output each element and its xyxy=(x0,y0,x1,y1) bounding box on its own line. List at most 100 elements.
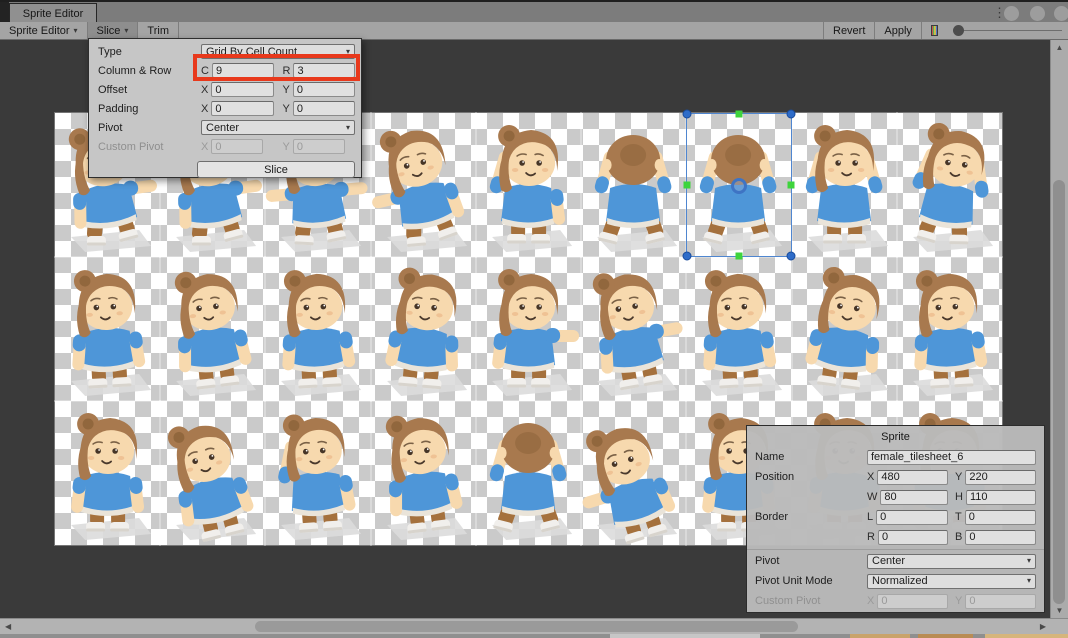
sprite-custom-pivot-y-field: 0 xyxy=(965,593,1036,609)
selection-corner-handle[interactable] xyxy=(786,109,796,119)
color-channels-button[interactable] xyxy=(920,22,947,39)
border-b-field[interactable]: 0 xyxy=(965,529,1036,545)
selection-edge-handle[interactable] xyxy=(735,110,743,118)
sprite-pivot-dropdown[interactable]: Center ▾ xyxy=(867,553,1036,569)
width-field[interactable]: 80 xyxy=(880,489,948,505)
sprite-panel-title: Sprite xyxy=(881,431,910,443)
pivot-dropdown[interactable]: Center ▾ xyxy=(201,120,355,135)
horizontal-scrollbar-thumb[interactable] xyxy=(255,621,798,632)
sprite-cell[interactable] xyxy=(369,112,477,258)
column-prefix: C xyxy=(201,64,209,77)
border-label: Border xyxy=(755,511,789,523)
selection-edge-handle[interactable] xyxy=(735,252,743,260)
offset-y-field[interactable]: 0 xyxy=(292,82,355,97)
window-control-button[interactable] xyxy=(1054,6,1068,21)
apply-button[interactable]: Apply xyxy=(874,22,921,39)
revert-button[interactable]: Revert xyxy=(823,22,874,39)
sprite-cell[interactable] xyxy=(790,112,898,258)
sprite-cell[interactable] xyxy=(895,112,1003,258)
sprite-cell[interactable] xyxy=(580,256,688,402)
border-r-field[interactable]: 0 xyxy=(877,529,948,545)
slice-apply-button[interactable]: Slice xyxy=(197,161,355,178)
window-control-button[interactable] xyxy=(1004,6,1019,21)
pivot-unit-mode-label: Pivot Unit Mode xyxy=(755,575,833,587)
position-x-field[interactable]: 480 xyxy=(877,469,948,485)
selection-corner-handle[interactable] xyxy=(682,251,692,261)
scroll-left-icon[interactable]: ◀ xyxy=(5,622,11,631)
padding-x-field[interactable]: 0 xyxy=(211,101,274,116)
sprite-custom-pivot-x-field: 0 xyxy=(877,593,948,609)
divider xyxy=(747,549,1044,550)
position-y-field[interactable]: 220 xyxy=(965,469,1036,485)
chevron-down-icon: ▾ xyxy=(1026,576,1031,585)
sprite-cell[interactable] xyxy=(474,256,583,402)
height-field[interactable]: 110 xyxy=(965,489,1036,505)
vertical-scrollbar-thumb[interactable] xyxy=(1053,180,1065,604)
sprite-cell[interactable] xyxy=(53,256,162,402)
sprite-cell[interactable] xyxy=(159,400,267,546)
selection-edge-handle[interactable] xyxy=(683,181,691,189)
y-prefix: Y xyxy=(282,140,290,153)
sprite-cell[interactable] xyxy=(580,112,688,258)
sprite-cell[interactable] xyxy=(264,400,372,546)
selection-edge-handle[interactable] xyxy=(787,181,795,189)
chevron-down-icon: ▾ xyxy=(345,122,350,132)
sprite-cell[interactable] xyxy=(369,256,477,402)
border-l-field[interactable]: 0 xyxy=(876,509,948,525)
row-count-field[interactable]: 3 xyxy=(293,63,355,78)
sprite-cell[interactable] xyxy=(580,400,688,546)
sprite-cell[interactable] xyxy=(369,400,477,546)
offset-label: Offset xyxy=(98,83,128,96)
border-t-field[interactable]: 0 xyxy=(964,509,1036,525)
character-sprite xyxy=(385,415,467,540)
chevron-down-icon: ▾ xyxy=(1026,556,1031,565)
trim-button[interactable]: Trim xyxy=(138,22,179,39)
background-window-sliver xyxy=(918,634,973,638)
sprite-cell[interactable] xyxy=(685,256,793,402)
sprite-cell[interactable] xyxy=(474,400,583,546)
r-prefix: R xyxy=(867,531,875,543)
character-sprite xyxy=(385,267,467,396)
zoom-slider-handle[interactable] xyxy=(952,25,964,36)
horizontal-scrollbar[interactable]: ◀ ▶ xyxy=(0,618,1068,634)
pivot-indicator[interactable] xyxy=(730,178,747,195)
character-sprite xyxy=(594,135,678,252)
slice-type-dropdown[interactable]: Grid By Cell Count ▾ xyxy=(201,44,355,59)
window-control-button[interactable] xyxy=(1030,6,1045,21)
x-prefix: X xyxy=(867,471,875,483)
sprite-cell[interactable] xyxy=(474,112,583,258)
vertical-scrollbar[interactable]: ▲ ▼ xyxy=(1050,40,1068,618)
scroll-right-icon[interactable]: ▶ xyxy=(1040,622,1046,631)
pivot-unit-mode-dropdown[interactable]: Normalized ▾ xyxy=(867,573,1036,589)
padding-y-field[interactable]: 0 xyxy=(292,101,355,116)
sprite-cell[interactable] xyxy=(895,256,1003,402)
sprite-pivot-label: Pivot xyxy=(755,555,780,567)
tab-sprite-editor[interactable]: Sprite Editor xyxy=(9,3,97,24)
title-bar: Sprite Editor ⋮ xyxy=(0,0,1068,24)
sprite-selection-box[interactable] xyxy=(682,109,796,261)
l-prefix: L xyxy=(867,511,874,523)
sprite-cell[interactable] xyxy=(790,256,898,402)
selection-corner-handle[interactable] xyxy=(682,109,692,119)
scroll-up-icon[interactable]: ▲ xyxy=(1051,43,1068,52)
selection-corner-handle[interactable] xyxy=(786,251,796,261)
slice-menu-button[interactable]: Slice ▾ xyxy=(87,22,139,39)
sprite-editor-mode-dropdown[interactable]: Sprite Editor ▾ xyxy=(0,22,88,39)
padding-label: Padding xyxy=(98,102,139,115)
sprite-cell[interactable] xyxy=(159,256,267,402)
character-sprite xyxy=(702,270,783,396)
x-prefix: X xyxy=(201,102,209,115)
character-sprite xyxy=(491,269,579,396)
sprite-cell[interactable] xyxy=(53,400,162,546)
column-count-field[interactable]: 9 xyxy=(211,63,274,78)
t-prefix: T xyxy=(955,511,962,523)
sprite-name-field[interactable]: female_tilesheet_6 xyxy=(867,449,1036,465)
character-sprite xyxy=(804,266,888,396)
scroll-down-icon[interactable]: ▼ xyxy=(1051,606,1068,615)
offset-x-field[interactable]: 0 xyxy=(211,82,274,97)
character-sprite xyxy=(71,413,152,540)
character-sprite xyxy=(489,125,572,252)
y-prefix: Y xyxy=(282,83,290,96)
sprite-cell[interactable] xyxy=(264,256,372,402)
custom-pivot-x-field: 0 xyxy=(211,139,264,154)
